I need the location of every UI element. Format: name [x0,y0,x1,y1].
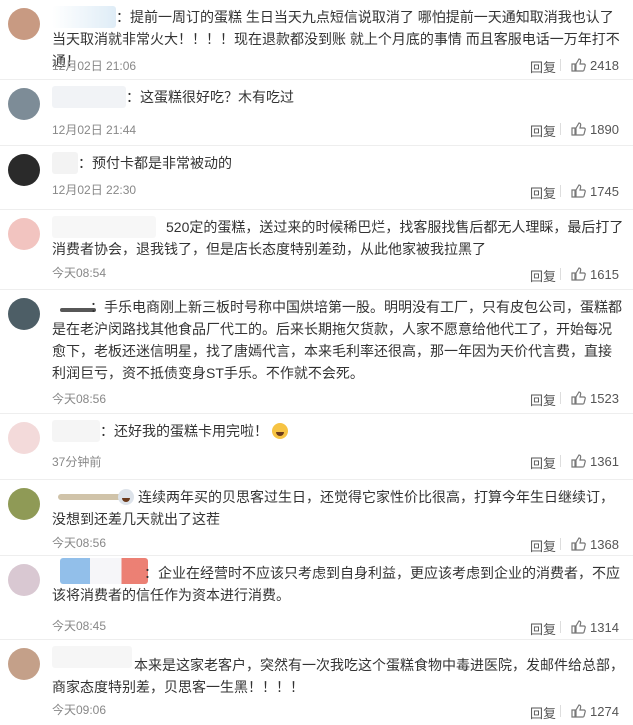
comment-time: 今天09:06 [52,703,107,717]
avatar[interactable] [8,488,40,520]
comment-item: ：还好我的蛋糕卡用完啦！ 37分钟前 回复 1361 [0,414,633,480]
divider [560,621,561,633]
comment-text: 本来是这家老客户，突然有一次我吃这个蛋糕食物中毒进医院，发邮件给总部，商家态度特… [52,654,624,698]
like-count: 2418 [590,57,619,73]
divider [560,392,561,404]
avatar[interactable] [8,564,40,596]
thumbs-up-icon [571,122,586,136]
like-button[interactable]: 1314 [570,619,619,635]
comment-text: ：企业在经营时不应该只考虑到自身利益，更应该考虑到企业的消费者，不应该将消费者的… [52,562,624,606]
thumbs-up-icon [571,184,586,198]
comment-body: ：手乐电商刚上新三板时号称中国烘培第一股。明明没有工厂，只有皮包公司，蛋糕都是在… [52,299,622,381]
avatar[interactable] [8,88,40,120]
comment-body: 520定的蛋糕，送过来的时候稀巴烂，找客服找售后都无人理睬，最后打了消费者协会，… [52,219,624,257]
comment-text: ：手乐电商刚上新三板时号称中国烘培第一股。明明没有工厂，只有皮包公司，蛋糕都是在… [52,296,624,384]
reply-button[interactable]: 回复 [530,453,556,472]
like-button[interactable]: 1890 [570,121,619,137]
comment-body: 连续两年买的贝思客过生日，还觉得它家性价比很高，打算今年生日继续订，没想到还差几… [52,489,614,527]
comment-time: 今天08:56 [52,392,107,406]
avatar[interactable] [8,648,40,680]
reply-button[interactable]: 回复 [530,266,556,285]
comment-body: ：企业在经营时不应该只考虑到自身利益，更应该考虑到企业的消费者，不应该将消费者的… [52,565,620,603]
comment-item: ：企业在经营时不应该只考虑到自身利益，更应该考虑到企业的消费者，不应该将消费者的… [0,556,633,640]
reply-button[interactable]: 回复 [530,183,556,202]
reply-button[interactable]: 回复 [530,121,556,140]
like-count: 1615 [590,266,619,282]
divider [560,538,561,550]
like-count: 1890 [590,121,619,137]
like-button[interactable]: 1274 [570,703,619,719]
comment-time: 今天08:54 [52,266,107,280]
comment-text: ：预付卡都是非常被动的 [52,152,624,174]
comment-body: 本来是这家老客户，突然有一次我吃这个蛋糕食物中毒进医院，发邮件给总部，商家态度特… [52,657,624,695]
reply-button[interactable]: 回复 [530,703,556,722]
like-button[interactable]: 1615 [570,266,619,282]
comment-time: 37分钟前 [52,455,102,469]
like-count: 1745 [590,183,619,199]
comment-text: ：还好我的蛋糕卡用完啦！ [52,420,624,442]
thumbs-up-icon [571,620,586,634]
reply-button[interactable]: 回复 [530,619,556,638]
thumbs-up-icon [571,58,586,72]
thumbs-up-icon [571,267,586,281]
like-button[interactable]: 1745 [570,183,619,199]
comment-time: 12月02日 21:44 [52,123,137,137]
like-count: 1523 [590,390,619,406]
reply-button[interactable]: 回复 [530,536,556,555]
divider [560,185,561,197]
like-count: 1274 [590,703,619,719]
comment-item: ：手乐电商刚上新三板时号称中国烘培第一股。明明没有工厂，只有皮包公司，蛋糕都是在… [0,290,633,414]
avatar[interactable] [8,422,40,454]
comment-item: 本来是这家老客户，突然有一次我吃这个蛋糕食物中毒进医院，发邮件给总部，商家态度特… [0,640,633,725]
comment-text: 520定的蛋糕，送过来的时候稀巴烂，找客服找售后都无人理睬，最后打了消费者协会，… [52,216,624,260]
comment-time: 12月02日 22:30 [52,183,137,197]
thumbs-up-icon [571,454,586,468]
divider [560,268,561,280]
avatar[interactable] [8,218,40,250]
comment-item: ：预付卡都是非常被动的 12月02日 22:30 回复 1745 [0,146,633,210]
avatar[interactable] [8,298,40,330]
comment-text: 连续两年买的贝思客过生日，还觉得它家性价比很高，打算今年生日继续订，没想到还差几… [52,486,624,530]
like-count: 1361 [590,453,619,469]
comment-time: 今天08:56 [52,536,107,550]
like-button[interactable]: 2418 [570,57,619,73]
divider [560,455,561,467]
reply-button[interactable]: 回复 [530,390,556,409]
comment-item: 连续两年买的贝思客过生日，还觉得它家性价比很高，打算今年生日继续订，没想到还差几… [0,480,633,556]
divider [560,59,561,71]
like-button[interactable]: 1361 [570,453,619,469]
avatar[interactable] [8,154,40,186]
thumbs-up-icon [571,391,586,405]
comment-item: ：这蛋糕很好吃？木有吃过 12月02日 21:44 回复 1890 [0,80,633,146]
comment-body: ：预付卡都是非常被动的 [78,155,232,171]
comment-time: 今天08:45 [52,619,107,633]
thumbs-up-icon [571,537,586,551]
comment-body: ：还好我的蛋糕卡用完啦！ [100,423,268,439]
comment-time: 12月02日 21:06 [52,59,137,73]
comment-item: ：提前一周订的蛋糕 生日当天九点短信说取消了 哪怕提前一天通知取消我也认了 当天… [0,0,633,80]
comment-feed: ：提前一周订的蛋糕 生日当天九点短信说取消了 哪怕提前一天通知取消我也认了 当天… [0,0,633,725]
laughing-emoji-icon [271,423,288,439]
reply-button[interactable]: 回复 [530,57,556,76]
divider [560,123,561,135]
divider [560,705,561,717]
thumbs-up-icon [571,704,586,718]
comment-item: 520定的蛋糕，送过来的时候稀巴烂，找客服找售后都无人理睬，最后打了消费者协会，… [0,210,633,290]
comment-body: ：这蛋糕很好吃？木有吃过 [126,89,294,105]
like-count: 1314 [590,619,619,635]
like-button[interactable]: 1523 [570,390,619,406]
comment-text: ：这蛋糕很好吃？木有吃过 [52,86,624,108]
avatar[interactable] [8,8,40,40]
like-button[interactable]: 1368 [570,536,619,552]
vip-badge-icon [118,489,134,505]
like-count: 1368 [590,536,619,552]
